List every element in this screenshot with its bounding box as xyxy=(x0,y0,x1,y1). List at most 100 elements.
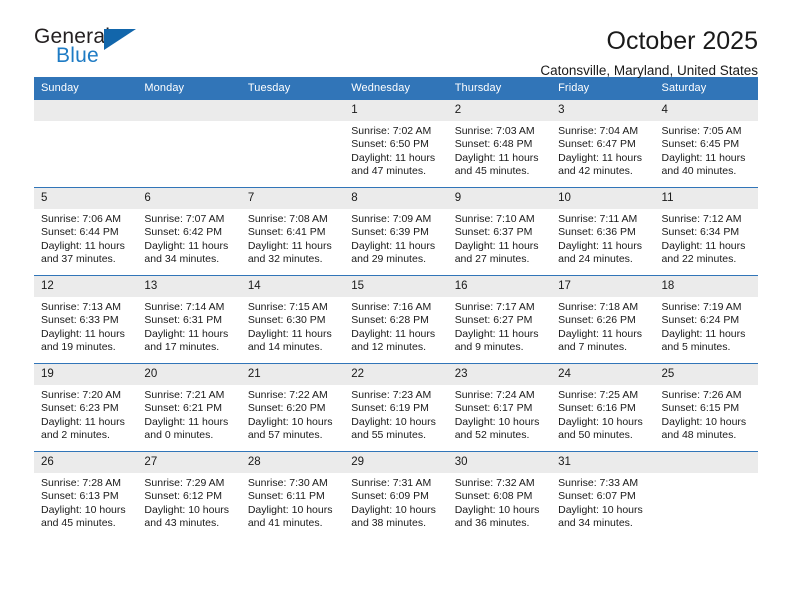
title-block: October 2025 Catonsville, Maryland, Unit… xyxy=(540,26,758,79)
calendar-day-cell[interactable]: 1 Sunrise: 7:02 AM Sunset: 6:50 PM Daylight… xyxy=(344,99,448,188)
calendar-day-cell[interactable]: 23 Sunrise: 7:24 AM Sunset: 6:17 PM Dayligh… xyxy=(447,363,552,452)
day-number: 18 xyxy=(654,276,758,297)
day-details: Sunrise: 7:19 AM Sunset: 6:24 PM Daylight:… xyxy=(655,297,758,355)
calendar-day-cell[interactable]: 26 Sunrise: 7:28 AM Sunset: 6:13 PM Dayligh… xyxy=(34,451,138,540)
daylight-duration-line1: Daylight: 10 hours xyxy=(661,415,747,428)
sunrise-time: Sunrise: 7:09 AM xyxy=(351,213,432,225)
calendar-day-cell[interactable]: 22 Sunrise: 7:23 AM Sunset: 6:19 PM Dayligh… xyxy=(344,363,448,452)
calendar-day-cell[interactable]: 4 Sunrise: 7:05 AM Sunset: 6:45 PM Daylight… xyxy=(654,99,758,188)
day-number: 20 xyxy=(137,364,241,385)
sunset-time: Sunset: 6:42 PM xyxy=(144,226,223,239)
daylight-duration-line2: and 2 minutes. xyxy=(41,429,110,442)
calendar-day-cell[interactable]: 27 Sunrise: 7:29 AM Sunset: 6:12 PM Dayligh… xyxy=(137,451,241,540)
calendar-week-row: 12 Sunrise: 7:13 AM Sunset: 6:33 PM Dayligh… xyxy=(34,275,758,364)
day-details: Sunrise: 7:33 AM Sunset: 6:07 PM Daylight:… xyxy=(551,473,654,531)
daylight-duration-line2: and 57 minutes. xyxy=(247,429,323,442)
calendar-day-cell[interactable]: 17 Sunrise: 7:18 AM Sunset: 6:26 PM Dayligh… xyxy=(551,275,655,364)
calendar-day-cell[interactable]: 6 Sunrise: 7:07 AM Sunset: 6:42 PM Daylight… xyxy=(137,187,241,276)
daylight-duration-line2: and 45 minutes. xyxy=(454,165,530,178)
daylight-duration-line1: Daylight: 11 hours xyxy=(661,239,746,252)
calendar-day-cell[interactable]: 7 Sunrise: 7:08 AM Sunset: 6:41 PM Daylight… xyxy=(240,187,345,276)
sunset-time: Sunset: 6:47 PM xyxy=(558,138,636,151)
day-number: 3 xyxy=(551,100,655,121)
daylight-duration-line1: Daylight: 11 hours xyxy=(351,151,436,164)
sunrise-time: Sunrise: 7:04 AM xyxy=(558,125,639,137)
calendar-day-cell[interactable]: 2 Sunrise: 7:03 AM Sunset: 6:48 PM Daylight… xyxy=(447,99,552,188)
sunset-time: Sunset: 6:33 PM xyxy=(41,314,119,327)
day-number: 8 xyxy=(344,188,448,209)
calendar-day-cell[interactable]: 31 Sunrise: 7:33 AM Sunset: 6:07 PM Dayligh… xyxy=(551,451,655,540)
calendar-day-cell[interactable]: 20 Sunrise: 7:21 AM Sunset: 6:21 PM Dayligh… xyxy=(137,363,241,452)
day-details: Sunrise: 7:31 AM Sunset: 6:09 PM Daylight:… xyxy=(344,473,447,531)
calendar-day-cell[interactable]: 24 Sunrise: 7:25 AM Sunset: 6:16 PM Dayligh… xyxy=(551,363,655,452)
calendar-day-cell[interactable]: 9 Sunrise: 7:10 AM Sunset: 6:37 PM Daylight… xyxy=(447,187,552,276)
calendar-day-cell[interactable]: 8 Sunrise: 7:09 AM Sunset: 6:39 PM Daylight… xyxy=(344,187,448,276)
day-number: 4 xyxy=(654,100,758,121)
daylight-duration-line2: and 43 minutes. xyxy=(144,517,220,530)
sunrise-time: Sunrise: 7:12 AM xyxy=(661,213,742,225)
sunrise-time: Sunrise: 7:06 AM xyxy=(41,213,121,225)
sunset-time: Sunset: 6:07 PM xyxy=(558,490,636,503)
calendar-day-cell[interactable]: 16 Sunrise: 7:17 AM Sunset: 6:27 PM Dayligh… xyxy=(447,275,552,364)
calendar-day-cell[interactable]: 30 Sunrise: 7:32 AM Sunset: 6:08 PM Dayligh… xyxy=(447,451,552,540)
sunrise-time: Sunrise: 7:13 AM xyxy=(41,301,121,313)
sunset-time: Sunset: 6:17 PM xyxy=(454,402,533,415)
daylight-duration-line2: and 19 minutes. xyxy=(41,341,116,354)
daylight-duration-line1: Daylight: 11 hours xyxy=(41,415,125,428)
day-number: 23 xyxy=(447,364,552,385)
location-subtitle: Catonsville, Maryland, United States xyxy=(540,63,758,78)
day-details: Sunrise: 7:21 AM Sunset: 6:21 PM Daylight:… xyxy=(137,385,240,443)
daylight-duration-line2: and 34 minutes. xyxy=(558,517,633,530)
sunrise-time: Sunrise: 7:03 AM xyxy=(454,125,535,137)
sunset-time: Sunset: 6:21 PM xyxy=(144,402,223,415)
sunrise-time: Sunrise: 7:19 AM xyxy=(661,301,742,313)
sunset-time: Sunset: 6:13 PM xyxy=(41,490,119,503)
calendar-day-cell[interactable]: 19 Sunrise: 7:20 AM Sunset: 6:23 PM Dayligh… xyxy=(34,363,138,452)
sunrise-time: Sunrise: 7:11 AM xyxy=(558,213,638,225)
sunrise-time: Sunrise: 7:21 AM xyxy=(144,389,225,401)
weekday-header-tuesday: Tuesday xyxy=(240,77,345,100)
calendar-day-cell[interactable]: 13 Sunrise: 7:14 AM Sunset: 6:31 PM Dayligh… xyxy=(137,275,241,364)
sunset-time: Sunset: 6:11 PM xyxy=(247,490,325,503)
day-number xyxy=(654,452,758,473)
day-details: Sunrise: 7:17 AM Sunset: 6:27 PM Daylight:… xyxy=(448,297,551,355)
calendar-day-cell[interactable]: 21 Sunrise: 7:22 AM Sunset: 6:20 PM Dayligh… xyxy=(240,363,345,452)
day-number: 28 xyxy=(240,452,345,473)
calendar-day-cell[interactable]: 28 Sunrise: 7:30 AM Sunset: 6:11 PM Dayligh… xyxy=(240,451,345,540)
calendar-day-cell[interactable]: 29 Sunrise: 7:31 AM Sunset: 6:09 PM Dayligh… xyxy=(344,451,448,540)
page-header: General Blue October 2025 Catonsville, M… xyxy=(34,0,758,79)
sunrise-time: Sunrise: 7:33 AM xyxy=(558,477,639,489)
day-number: 7 xyxy=(240,188,345,209)
calendar-day-cell[interactable]: 10 Sunrise: 7:11 AM Sunset: 6:36 PM Dayligh… xyxy=(551,187,655,276)
daylight-duration-line2: and 52 minutes. xyxy=(454,429,530,442)
calendar-day-cell[interactable]: 25 Sunrise: 7:26 AM Sunset: 6:15 PM Dayligh… xyxy=(654,363,758,452)
daylight-duration-line1: Daylight: 11 hours xyxy=(454,239,539,252)
daylight-duration-line2: and 29 minutes. xyxy=(351,253,426,266)
sunrise-time: Sunrise: 7:14 AM xyxy=(144,301,225,313)
day-details: Sunrise: 7:08 AM Sunset: 6:41 PM Daylight:… xyxy=(241,209,344,267)
daylight-duration-line2: and 47 minutes. xyxy=(351,165,426,178)
daylight-duration-line1: Daylight: 10 hours xyxy=(351,503,436,516)
daylight-duration-line2: and 5 minutes. xyxy=(661,341,731,354)
daylight-duration-line1: Daylight: 11 hours xyxy=(41,327,125,340)
daylight-duration-line1: Daylight: 10 hours xyxy=(144,503,230,516)
calendar-day-cell[interactable]: 12 Sunrise: 7:13 AM Sunset: 6:33 PM Dayligh… xyxy=(34,275,138,364)
day-number xyxy=(34,100,138,121)
weekday-header-friday: Friday xyxy=(551,77,655,100)
day-details: Sunrise: 7:02 AM Sunset: 6:50 PM Daylight:… xyxy=(344,121,447,179)
calendar-day-cell[interactable]: 3 Sunrise: 7:04 AM Sunset: 6:47 PM Daylight… xyxy=(551,99,655,188)
day-details: Sunrise: 7:11 AM Sunset: 6:36 PM Daylight:… xyxy=(551,209,654,267)
sunrise-time: Sunrise: 7:25 AM xyxy=(558,389,639,401)
day-details: Sunrise: 7:18 AM Sunset: 6:26 PM Daylight:… xyxy=(551,297,654,355)
daylight-duration-line2: and 22 minutes. xyxy=(661,253,737,266)
day-number xyxy=(240,100,345,121)
day-number: 10 xyxy=(551,188,655,209)
day-details: Sunrise: 7:09 AM Sunset: 6:39 PM Daylight:… xyxy=(344,209,447,267)
calendar-day-cell[interactable]: 18 Sunrise: 7:19 AM Sunset: 6:24 PM Dayligh… xyxy=(654,275,758,364)
calendar-day-cell[interactable]: 14 Sunrise: 7:15 AM Sunset: 6:30 PM Dayligh… xyxy=(240,275,345,364)
day-number: 30 xyxy=(447,452,552,473)
calendar-day-cell[interactable]: 5 Sunrise: 7:06 AM Sunset: 6:44 PM Daylight… xyxy=(34,187,138,276)
calendar-day-cell[interactable]: 15 Sunrise: 7:16 AM Sunset: 6:28 PM Dayligh… xyxy=(344,275,448,364)
calendar-day-cell[interactable]: 11 Sunrise: 7:12 AM Sunset: 6:34 PM Dayligh… xyxy=(654,187,758,276)
day-details: Sunrise: 7:20 AM Sunset: 6:23 PM Daylight:… xyxy=(34,385,137,443)
